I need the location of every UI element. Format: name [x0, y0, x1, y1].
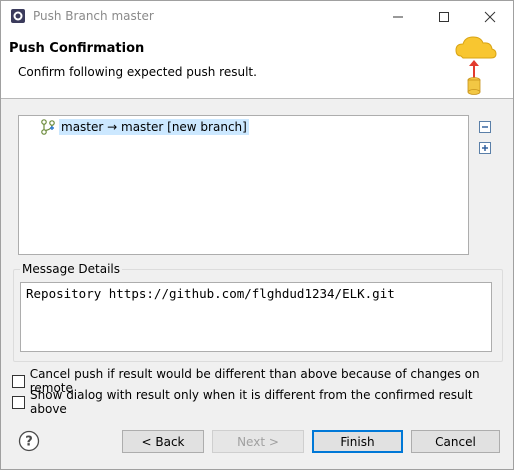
close-icon[interactable] [467, 1, 513, 32]
push-branch-dialog: Push Branch master Push Confirmation Con… [0, 0, 514, 470]
maximize-icon[interactable] [421, 1, 467, 32]
tree-item-label: master → master [new branch] [59, 119, 249, 135]
show-dialog-label: Show dialog with result only when it is … [30, 388, 473, 416]
help-icon[interactable]: ? [18, 430, 40, 452]
cancel-if-different-checkbox[interactable] [12, 374, 25, 388]
collapse-all-icon[interactable] [478, 120, 492, 134]
cancel-button[interactable]: Cancel [411, 430, 500, 453]
wizard-header: Push Confirmation Confirm following expe… [1, 32, 513, 99]
back-button[interactable]: < Back [122, 430, 204, 453]
message-details-label: Message Details [20, 262, 123, 276]
show-dialog-checkbox[interactable] [12, 395, 25, 409]
finish-button[interactable]: Finish [312, 430, 403, 453]
tree-item-master[interactable]: master → master [new branch] [39, 118, 249, 136]
show-dialog-option[interactable]: Show dialog with result only when it is … [12, 388, 513, 416]
message-details-group: Message Details Repository https://githu… [13, 262, 503, 362]
expand-all-icon[interactable] [478, 141, 492, 155]
push-result-tree[interactable]: master → master [new branch] [18, 115, 469, 255]
message-details-text[interactable]: Repository https://github.com/flghdud123… [20, 282, 492, 352]
svg-text:?: ? [25, 435, 33, 450]
push-to-cloud-icon [455, 36, 497, 95]
title-bar[interactable]: Push Branch master [1, 1, 513, 32]
window-title: Push Branch master [33, 9, 154, 23]
minimize-icon[interactable] [375, 1, 421, 32]
next-button[interactable]: Next > [212, 430, 304, 453]
branch-icon [41, 119, 55, 135]
page-description: Confirm following expected push result. [18, 65, 257, 79]
eclipse-app-icon [11, 9, 25, 23]
page-title: Push Confirmation [9, 41, 145, 56]
